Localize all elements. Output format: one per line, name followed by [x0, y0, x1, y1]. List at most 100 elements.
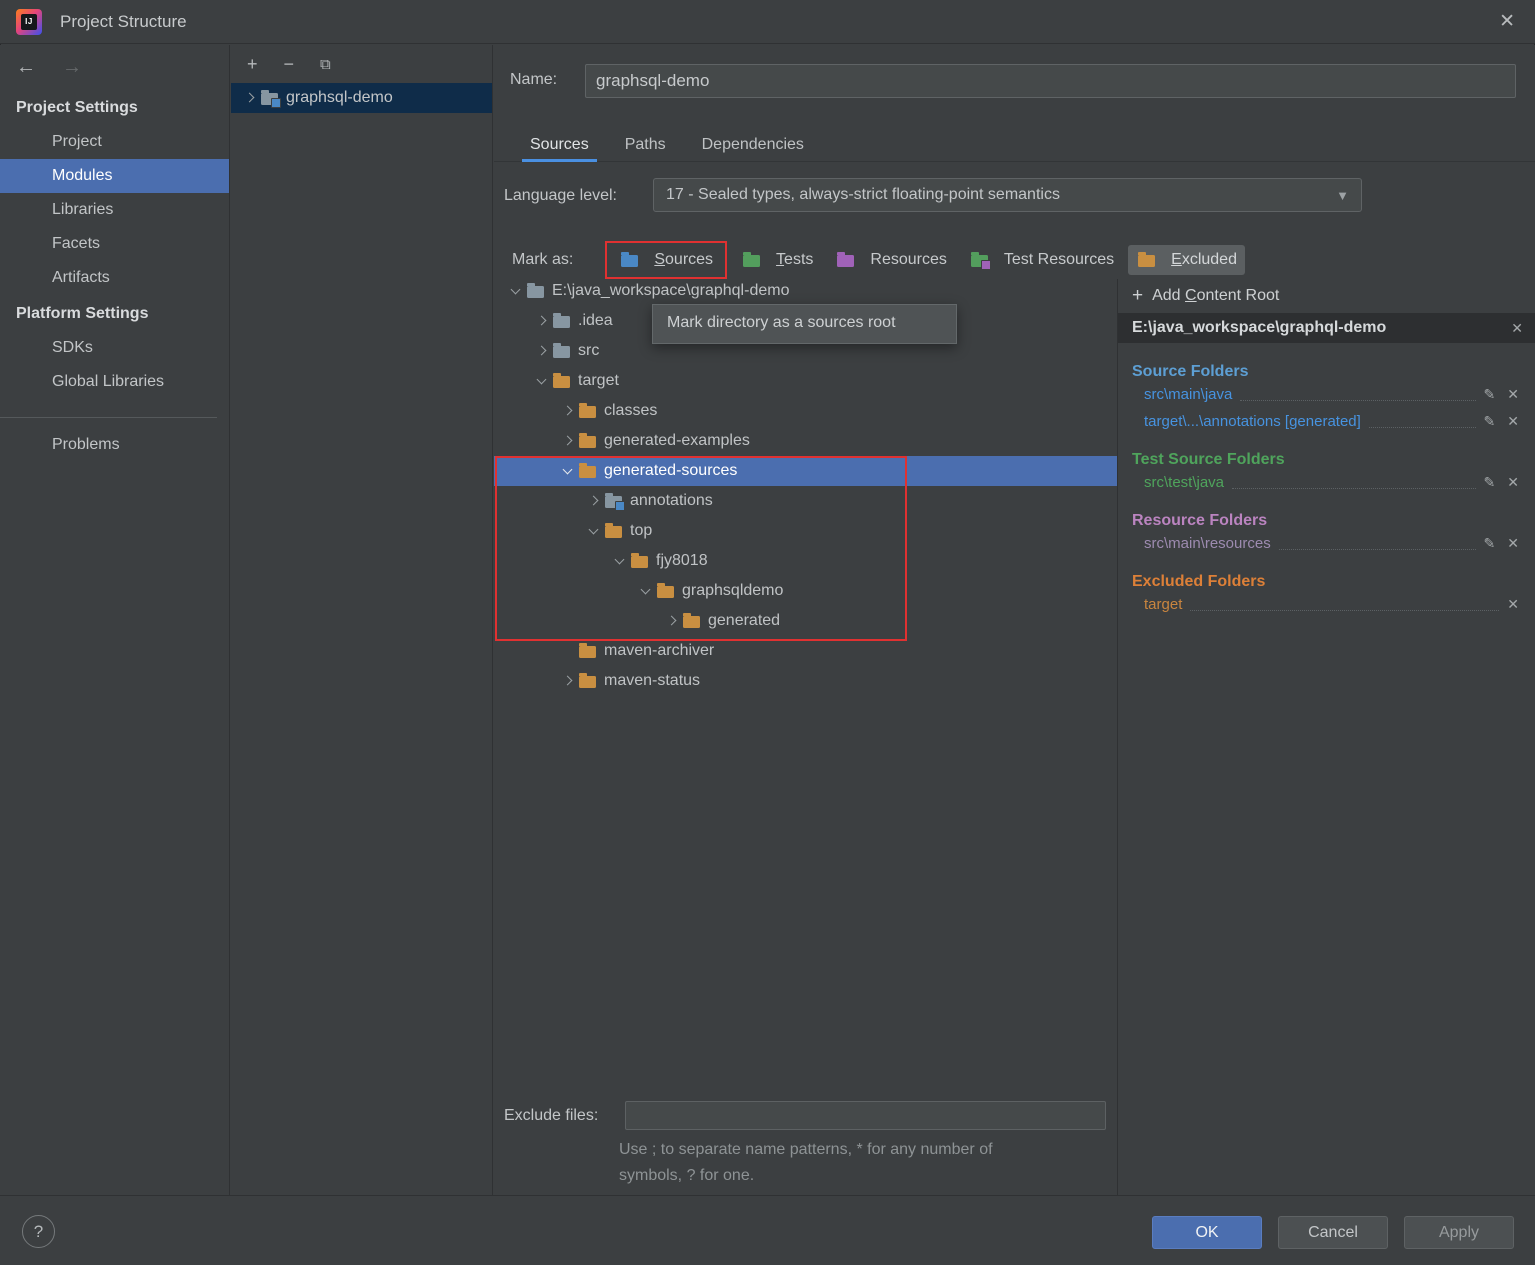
- chevron-down-icon[interactable]: [559, 462, 577, 480]
- tree-item-maven-archiver[interactable]: maven-archiver: [494, 636, 1118, 666]
- sidebar-item-libraries[interactable]: Libraries: [0, 193, 229, 227]
- excluded-folder-icon: [579, 676, 596, 688]
- remove-icon[interactable]: ✕: [1507, 596, 1519, 613]
- sidebar-item-project[interactable]: Project: [0, 125, 229, 159]
- sidebar-item-artifacts[interactable]: Artifacts: [0, 261, 229, 295]
- title-bar: Project Structure ✕: [0, 0, 1535, 44]
- mark-as-label: Mark as:: [512, 251, 573, 269]
- chevron-right-icon[interactable]: [663, 612, 681, 630]
- test-source-folder-row[interactable]: src\test\java ✎ ✕: [1132, 469, 1523, 496]
- folder-icon: [527, 286, 544, 298]
- mark-resources-button[interactable]: Resources: [827, 245, 954, 275]
- excluded-folder-icon: [553, 376, 570, 388]
- remove-module-icon[interactable]: −: [284, 54, 295, 75]
- ok-button[interactable]: OK: [1152, 1216, 1262, 1249]
- tree-item-target[interactable]: target: [494, 366, 1118, 396]
- add-content-root-button[interactable]: + Add Content Root: [1118, 279, 1535, 313]
- sidebar-item-problems[interactable]: Problems: [0, 428, 229, 462]
- sidebar-item-modules[interactable]: Modules: [0, 159, 229, 193]
- settings-sidebar: ← → Project Settings Project Modules Lib…: [0, 45, 230, 1195]
- exclude-files-hint: Use ; to separate name patterns, * for a…: [619, 1137, 993, 1189]
- excluded-folder-icon: [631, 556, 648, 568]
- remove-icon[interactable]: ✕: [1507, 535, 1519, 552]
- tree-item-maven-status[interactable]: maven-status: [494, 666, 1118, 696]
- chevron-down-icon[interactable]: [637, 582, 655, 600]
- excluded-folder-icon: [1138, 255, 1155, 267]
- mark-excluded-button[interactable]: Excluded: [1128, 245, 1245, 275]
- content-root-path: E:\java_workspace\graphql-demo: [1132, 319, 1386, 337]
- mark-test-resources-button[interactable]: Test Resources: [961, 245, 1122, 275]
- excluded-folder-icon: [579, 436, 596, 448]
- content-root-header[interactable]: E:\java_workspace\graphql-demo ✕: [1118, 313, 1535, 343]
- dotted-leader: [1240, 400, 1475, 401]
- tree-item-fjy8018[interactable]: fjy8018: [494, 546, 1118, 576]
- edit-icon[interactable]: ✎: [1484, 413, 1496, 430]
- source-folder-row[interactable]: src\main\java ✎ ✕: [1132, 381, 1523, 408]
- resource-folder-row[interactable]: src\main\resources ✎ ✕: [1132, 530, 1523, 557]
- mark-tests-button[interactable]: Tests: [733, 245, 821, 275]
- annotation-box-sources-button: Sources: [605, 241, 727, 279]
- chevron-down-icon[interactable]: [507, 282, 525, 300]
- close-icon[interactable]: ✕: [1499, 10, 1515, 33]
- cancel-button[interactable]: Cancel: [1278, 1216, 1388, 1249]
- chevron-right-icon[interactable]: [559, 432, 577, 450]
- chevron-down-icon: ▼: [1336, 188, 1349, 203]
- remove-icon[interactable]: ✕: [1507, 386, 1519, 403]
- tree-item-generated-sources[interactable]: generated-sources: [494, 456, 1118, 486]
- tab-paths[interactable]: Paths: [607, 129, 684, 161]
- source-folder-row[interactable]: target\...\annotations [generated] ✎ ✕: [1132, 408, 1523, 435]
- test-folder-icon: [743, 255, 760, 267]
- language-level-label: Language level:: [504, 187, 617, 205]
- sidebar-divider: [0, 417, 217, 418]
- module-list-item[interactable]: graphsql-demo: [231, 83, 492, 113]
- dotted-leader: [1279, 549, 1476, 550]
- chevron-right-icon[interactable]: [533, 342, 551, 360]
- remove-content-root-icon[interactable]: ✕: [1511, 320, 1523, 337]
- add-module-icon[interactable]: +: [247, 54, 258, 75]
- copy-module-icon[interactable]: ⧉: [320, 56, 331, 73]
- chevron-down-icon[interactable]: [533, 372, 551, 390]
- tree-item-graphsqldemo[interactable]: graphsqldemo: [494, 576, 1118, 606]
- forward-arrow-icon[interactable]: →: [62, 56, 82, 79]
- tree-item-top[interactable]: top: [494, 516, 1118, 546]
- remove-icon[interactable]: ✕: [1507, 413, 1519, 430]
- module-name-input[interactable]: [585, 64, 1516, 98]
- source-folders-header: Source Folders: [1132, 363, 1523, 381]
- tree-item-annotations[interactable]: annotations: [494, 486, 1118, 516]
- folder-sections: Source Folders src\main\java ✎ ✕ target\…: [1118, 343, 1535, 618]
- mark-sources-button[interactable]: Sources: [611, 245, 721, 275]
- chevron-right-icon[interactable]: [559, 672, 577, 690]
- edit-icon[interactable]: ✎: [1484, 386, 1496, 403]
- remove-icon[interactable]: ✕: [1507, 474, 1519, 491]
- language-level-dropdown[interactable]: 17 - Sealed types, always-strict floatin…: [653, 178, 1362, 212]
- resource-folders-header: Resource Folders: [1132, 512, 1523, 530]
- edit-icon[interactable]: ✎: [1484, 535, 1496, 552]
- module-folder-icon: [261, 93, 278, 105]
- sidebar-item-global-libraries[interactable]: Global Libraries: [0, 365, 229, 399]
- excluded-folder-row[interactable]: target ✕: [1132, 591, 1523, 618]
- edit-icon[interactable]: ✎: [1484, 474, 1496, 491]
- tree-item-content-root[interactable]: E:\java_workspace\graphql-demo: [494, 276, 1118, 306]
- tree-item-classes[interactable]: classes: [494, 396, 1118, 426]
- exclude-files-input[interactable]: [625, 1101, 1106, 1130]
- tab-dependencies[interactable]: Dependencies: [684, 129, 822, 161]
- tree-item-generated-examples[interactable]: generated-examples: [494, 426, 1118, 456]
- chevron-right-icon[interactable]: [241, 89, 259, 107]
- sidebar-item-sdks[interactable]: SDKs: [0, 331, 229, 365]
- sidebar-item-facets[interactable]: Facets: [0, 227, 229, 261]
- tab-sources[interactable]: Sources: [512, 129, 607, 161]
- apply-button[interactable]: Apply: [1404, 1216, 1514, 1249]
- chevron-down-icon[interactable]: [585, 522, 603, 540]
- plus-icon: +: [1132, 285, 1143, 307]
- tree-item-generated[interactable]: generated: [494, 606, 1118, 636]
- platform-settings-header: Platform Settings: [0, 295, 229, 331]
- chevron-right-icon[interactable]: [585, 492, 603, 510]
- excluded-folder-icon: [657, 586, 674, 598]
- chevron-right-icon[interactable]: [533, 312, 551, 330]
- exclude-files-label: Exclude files:: [504, 1107, 598, 1125]
- chevron-down-icon[interactable]: [611, 552, 629, 570]
- back-arrow-icon[interactable]: ←: [16, 56, 36, 79]
- chevron-right-icon[interactable]: [559, 402, 577, 420]
- tooltip: Mark directory as a sources root: [652, 304, 957, 344]
- help-button[interactable]: ?: [22, 1215, 55, 1248]
